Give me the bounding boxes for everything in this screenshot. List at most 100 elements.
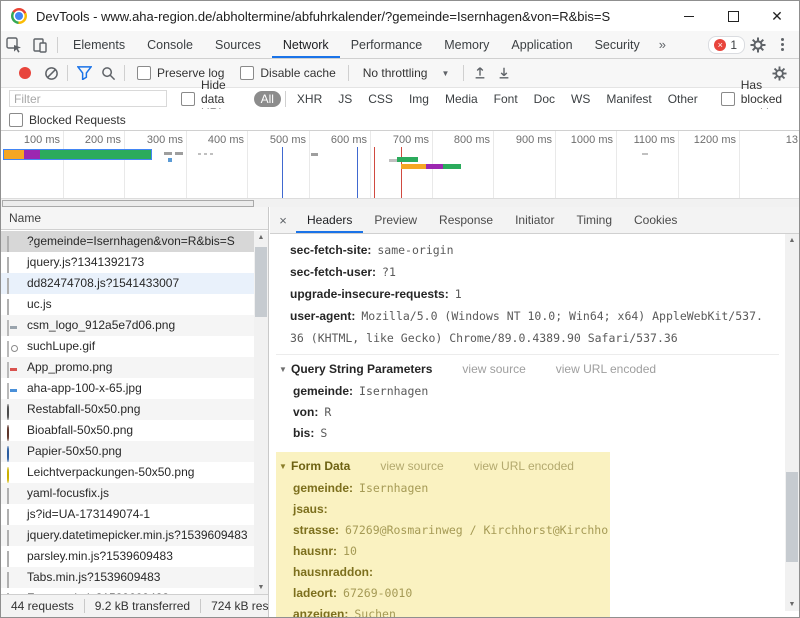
request-detail-panel: ×HeadersPreviewResponseInitiatorTimingCo… xyxy=(270,207,799,617)
disable-cache-checkbox[interactable]: Disable cache xyxy=(240,66,335,80)
export-har-button[interactable] xyxy=(492,66,516,80)
param-value: R xyxy=(324,405,331,419)
tab-console[interactable]: Console xyxy=(136,31,204,58)
tab-sources[interactable]: Sources xyxy=(204,31,272,58)
request-row[interactable]: jquery.js?1341392173 xyxy=(1,252,254,273)
request-row[interactable]: aha-app-100-x-65.jpg xyxy=(1,378,254,399)
request-row[interactable]: Tabs.min.js?1539609483 xyxy=(1,567,254,588)
panel-tabs: ElementsConsoleSourcesNetworkPerformance… xyxy=(62,31,674,58)
request-row[interactable]: suchLupe.gif xyxy=(1,336,254,357)
detail-tab-response[interactable]: Response xyxy=(428,207,504,233)
settings-button[interactable] xyxy=(745,31,771,58)
import-har-button[interactable] xyxy=(468,66,492,80)
filter-chip-js[interactable]: JS xyxy=(331,91,359,107)
section-title-row: ▼Form Dataview sourceview URL encoded xyxy=(276,456,610,477)
clear-button[interactable] xyxy=(39,66,63,81)
filter-chip-manifest[interactable]: Manifest xyxy=(599,91,658,107)
tab-application[interactable]: Application xyxy=(500,31,583,58)
timeline-tick-label: 400 ms xyxy=(184,134,244,147)
throttling-select[interactable]: No throttling ▼ xyxy=(363,66,450,80)
request-row[interactable]: Leichtverpackungen-50x50.png xyxy=(1,462,254,483)
request-row[interactable]: yaml-focusfix.js xyxy=(1,483,254,504)
request-row[interactable]: dd82474708.js?1541433007 xyxy=(1,273,254,294)
request-list-scrollbar[interactable]: ▲▼ xyxy=(254,231,268,594)
filter-chip-ws[interactable]: WS xyxy=(564,91,597,107)
filter-chip-doc[interactable]: Doc xyxy=(527,91,562,107)
network-overview-timeline[interactable]: 100 ms200 ms300 ms400 ms500 ms600 ms700 … xyxy=(1,131,799,207)
inspect-element-button[interactable] xyxy=(1,31,27,58)
minimize-button[interactable] xyxy=(667,1,711,31)
disclosure-triangle-icon[interactable]: ▼ xyxy=(279,359,291,380)
network-toolbar: Preserve log Disable cache No throttling… xyxy=(1,59,799,88)
name-column-label: Name xyxy=(9,211,41,225)
scroll-up-arrow[interactable]: ▲ xyxy=(785,234,799,247)
scroll-up-arrow[interactable]: ▲ xyxy=(254,231,268,244)
more-options-button[interactable] xyxy=(771,31,793,58)
param-row: ladeort:67269-0010 xyxy=(276,582,610,603)
close-detail-button[interactable]: × xyxy=(270,207,296,233)
load-event-line xyxy=(401,147,402,198)
filter-chip-all[interactable]: All xyxy=(254,91,281,107)
filter-input[interactable] xyxy=(9,90,167,107)
request-row[interactable]: ?gemeinde=Isernhagen&von=R&bis=S xyxy=(1,231,254,252)
header-value: Mozilla/5.0 (Windows NT 10.0; Win64; x64… xyxy=(290,309,763,345)
filter-chip-other[interactable]: Other xyxy=(661,91,705,107)
maximize-button[interactable] xyxy=(711,1,755,31)
script-icon xyxy=(7,276,9,294)
request-row[interactable]: uc.js xyxy=(1,294,254,315)
toolbar-divider xyxy=(57,37,58,53)
overview-hscroll-thumb[interactable] xyxy=(2,200,254,207)
tab-elements[interactable]: Elements xyxy=(62,31,136,58)
inspect-icon xyxy=(6,37,22,53)
filter-toggle-button[interactable] xyxy=(72,66,96,80)
request-row[interactable]: App_promo.png xyxy=(1,357,254,378)
tab-network[interactable]: Network xyxy=(272,31,340,58)
device-toolbar-button[interactable] xyxy=(27,31,53,58)
filter-chip-img[interactable]: Img xyxy=(402,91,436,107)
selected-request-bar[interactable] xyxy=(3,149,152,160)
detail-tab-timing[interactable]: Timing xyxy=(565,207,623,233)
request-name: csm_logo_912a5e7d06.png xyxy=(27,318,175,332)
request-row[interactable]: js?id=UA-173149074-1 xyxy=(1,504,254,525)
filter-chip-xhr[interactable]: XHR xyxy=(290,91,329,107)
filter-chip-font[interactable]: Font xyxy=(487,91,525,107)
detail-tab-initiator[interactable]: Initiator xyxy=(504,207,565,233)
tab-performance[interactable]: Performance xyxy=(340,31,434,58)
waterfall-mark xyxy=(426,164,443,169)
name-column-header[interactable]: Name xyxy=(1,207,268,230)
view-URL-encoded-link[interactable]: view URL encoded xyxy=(556,359,656,380)
overview-hscrollbar[interactable] xyxy=(1,198,799,207)
detail-tab-preview[interactable]: Preview xyxy=(363,207,428,233)
request-row[interactable]: csm_logo_912a5e7d06.png xyxy=(1,315,254,336)
view-source-link[interactable]: view source xyxy=(380,456,443,477)
request-row[interactable]: Bioabfall-50x50.png xyxy=(1,420,254,441)
view-URL-encoded-link[interactable]: view URL encoded xyxy=(474,456,574,477)
detail-tab-cookies[interactable]: Cookies xyxy=(623,207,688,233)
request-row[interactable]: Papier-50x50.png xyxy=(1,441,254,462)
tab-memory[interactable]: Memory xyxy=(433,31,500,58)
tab-security[interactable]: Security xyxy=(584,31,651,58)
scroll-thumb[interactable] xyxy=(255,247,267,317)
error-badge[interactable]: × 1 xyxy=(708,36,745,54)
detail-scrollbar[interactable]: ▲▼ xyxy=(785,234,799,611)
param-row: von:R xyxy=(276,401,779,422)
record-button[interactable] xyxy=(19,67,31,79)
filter-chip-media[interactable]: Media xyxy=(438,91,485,107)
waterfall-segment xyxy=(4,150,24,159)
blocked-requests-checkbox[interactable]: Blocked Requests xyxy=(9,113,126,127)
scroll-down-arrow[interactable]: ▼ xyxy=(785,598,799,611)
filter-chip-css[interactable]: CSS xyxy=(361,91,400,107)
request-row[interactable]: Restabfall-50x50.png xyxy=(1,399,254,420)
disclosure-triangle-icon[interactable]: ▼ xyxy=(279,456,291,477)
close-button[interactable]: ✕ xyxy=(755,1,799,31)
request-row[interactable]: jquery.datetimepicker.min.js?1539609483 xyxy=(1,525,254,546)
request-row[interactable]: parsley.min.js?1539609483 xyxy=(1,546,254,567)
more-tabs-button[interactable]: » xyxy=(651,31,674,58)
detail-tab-headers[interactable]: Headers xyxy=(296,207,363,233)
timeline-tick-label: 100 ms xyxy=(1,134,60,147)
scroll-down-arrow[interactable]: ▼ xyxy=(254,581,268,594)
view-source-link[interactable]: view source xyxy=(462,359,525,380)
param-value: Suchen xyxy=(354,607,396,617)
scroll-thumb[interactable] xyxy=(786,472,798,562)
search-button[interactable] xyxy=(96,66,120,81)
